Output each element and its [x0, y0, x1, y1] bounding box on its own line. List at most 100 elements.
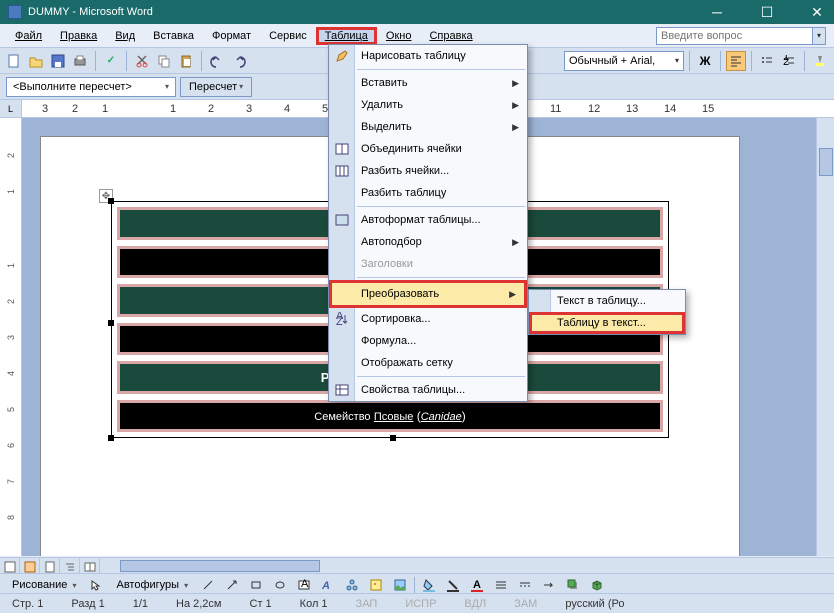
menu-insert[interactable]: Вставить▶	[329, 72, 527, 94]
submenu-table-to-text[interactable]: Таблицу в текст...	[529, 312, 685, 334]
ruler-corner[interactable]: L	[0, 100, 22, 118]
numbering-icon[interactable]: 12	[779, 51, 799, 71]
status-line: Ст 1	[244, 598, 278, 610]
status-ovr[interactable]: ЗАМ	[508, 598, 543, 610]
save-icon[interactable]	[48, 51, 68, 71]
menu-headings[interactable]: Заголовки	[329, 253, 527, 275]
menu-select[interactable]: Выделить▶	[329, 116, 527, 138]
table-row[interactable]: Семейство Псовые (Canidae)	[117, 400, 663, 432]
maximize-button[interactable]: ☐	[754, 2, 780, 22]
undo-icon[interactable]	[207, 51, 227, 71]
spellcheck-icon[interactable]: ✓	[101, 51, 121, 71]
drawing-toolbar: Рисование ▾ Автофигуры ▾ A A A	[0, 573, 834, 595]
menu-view[interactable]: Вид	[106, 27, 144, 45]
menu-delete[interactable]: Удалить▶	[329, 94, 527, 116]
fill-color-icon[interactable]	[419, 575, 439, 595]
diagram-icon[interactable]	[342, 575, 362, 595]
arrow-icon[interactable]	[222, 575, 242, 595]
drawing-menu[interactable]: Рисование ▾	[6, 579, 82, 591]
menu-service[interactable]: Сервис	[260, 27, 316, 45]
menu-formula[interactable]: Формула...	[329, 330, 527, 352]
merge-icon	[333, 141, 351, 157]
svg-text:Z: Z	[336, 316, 343, 326]
status-col: Кол 1	[294, 598, 334, 610]
menu-window[interactable]: Окно	[377, 27, 421, 45]
help-search-input[interactable]	[657, 30, 812, 42]
dash-style-icon[interactable]	[515, 575, 535, 595]
arrow-style-icon[interactable]	[539, 575, 559, 595]
3d-icon[interactable]	[587, 575, 607, 595]
status-fix[interactable]: ИСПР	[399, 598, 442, 610]
style-selector[interactable]: Обычный + Arial, ▾	[564, 51, 684, 71]
split-icon	[333, 163, 351, 179]
status-section: Разд 1	[65, 598, 110, 610]
picture-icon[interactable]	[390, 575, 410, 595]
menu-merge-cells[interactable]: Объединить ячейки	[329, 138, 527, 160]
menu-help[interactable]: Справка	[420, 27, 481, 45]
shadow-icon[interactable]	[563, 575, 583, 595]
svg-text:A: A	[301, 579, 309, 590]
menu-gridlines[interactable]: Отображать сетку	[329, 352, 527, 374]
copy-icon[interactable]	[154, 51, 174, 71]
oval-icon[interactable]	[270, 575, 290, 595]
textbox-icon[interactable]: A	[294, 575, 314, 595]
menu-convert[interactable]: Преобразовать▶	[329, 280, 527, 308]
minimize-button[interactable]: ─	[704, 2, 730, 22]
menu-split-cells[interactable]: Разбить ячейки...	[329, 160, 527, 182]
menu-table-properties[interactable]: Свойства таблицы...	[329, 379, 527, 401]
word-icon	[8, 5, 22, 19]
recalc-button[interactable]: Пересчет▾	[180, 77, 252, 97]
autoformat-icon	[333, 212, 351, 228]
wordart-icon[interactable]: A	[318, 575, 338, 595]
vertical-scrollbar[interactable]	[816, 118, 834, 556]
rectangle-icon[interactable]	[246, 575, 266, 595]
menu-edit[interactable]: Правка	[51, 27, 106, 45]
font-color-icon[interactable]: A	[467, 575, 487, 595]
line-icon[interactable]	[198, 575, 218, 595]
paste-icon[interactable]	[176, 51, 196, 71]
status-rec[interactable]: ЗАП	[350, 598, 384, 610]
print-icon[interactable]	[70, 51, 90, 71]
scrollbar-thumb[interactable]	[120, 560, 320, 572]
status-page: Стр. 1	[6, 598, 49, 610]
select-arrow-icon[interactable]	[86, 575, 106, 595]
redo-icon[interactable]	[229, 51, 249, 71]
submenu-text-to-table[interactable]: Текст в таблицу...	[529, 290, 685, 312]
help-search-dropdown[interactable]: ▾	[812, 28, 825, 44]
menu-insert[interactable]: Вставка	[144, 27, 203, 45]
svg-text:2: 2	[783, 56, 789, 67]
clipart-icon[interactable]	[366, 575, 386, 595]
new-doc-icon[interactable]	[4, 51, 24, 71]
menu-format[interactable]: Формат	[203, 27, 260, 45]
svg-text:A: A	[321, 580, 330, 591]
bullets-icon[interactable]	[757, 51, 777, 71]
close-button[interactable]: ✕	[804, 2, 830, 22]
menu-split-table[interactable]: Разбить таблицу	[329, 182, 527, 204]
menu-draw-table[interactable]: Нарисовать таблицу	[329, 45, 527, 67]
highlight-icon[interactable]	[810, 51, 830, 71]
align-icon[interactable]	[726, 51, 746, 71]
scrollbar-thumb[interactable]	[819, 148, 833, 176]
bold-icon[interactable]: Ж	[695, 51, 715, 71]
menu-sort[interactable]: AZ Сортировка...	[329, 308, 527, 330]
vertical-ruler[interactable]: 2 1 1 2 3 4 5 6 7 8	[0, 118, 22, 556]
table-menu-dropdown: Нарисовать таблицу Вставить▶ Удалить▶ Вы…	[328, 44, 528, 402]
open-icon[interactable]	[26, 51, 46, 71]
status-pages: 1/1	[127, 598, 154, 610]
help-search[interactable]: ▾	[656, 27, 826, 45]
line-weight-icon[interactable]	[491, 575, 511, 595]
line-color-icon[interactable]	[443, 575, 463, 595]
menu-autofit[interactable]: Автоподбор▶	[329, 231, 527, 253]
properties-icon	[333, 382, 351, 398]
status-at: На 2,2см	[170, 598, 227, 610]
recalc-field[interactable]: <Выполните пересчет>▾	[6, 77, 176, 97]
cut-icon[interactable]	[132, 51, 152, 71]
menu-file[interactable]: Файл	[6, 27, 51, 45]
menu-autoformat[interactable]: Автоформат таблицы...	[329, 209, 527, 231]
autoshapes-menu[interactable]: Автофигуры ▾	[110, 579, 194, 591]
window-title: DUMMY - Microsoft Word	[28, 6, 153, 18]
status-ext[interactable]: ВДЛ	[458, 598, 492, 610]
convert-submenu: Текст в таблицу... Таблицу в текст...	[528, 289, 686, 335]
status-lang[interactable]: русский (Ро	[559, 598, 630, 610]
menu-table[interactable]: Таблица	[316, 27, 377, 45]
